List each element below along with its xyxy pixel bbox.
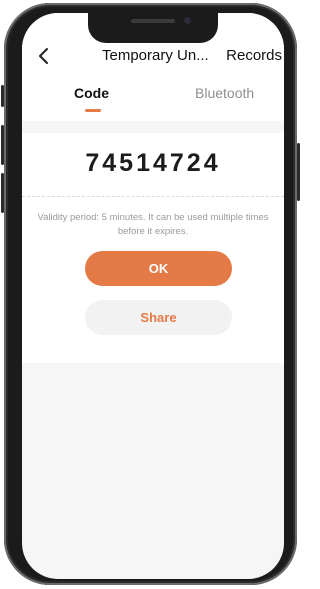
- tab-bluetooth[interactable]: Bluetooth: [195, 85, 254, 101]
- ok-button[interactable]: OK: [85, 251, 232, 286]
- speaker-grille: [131, 19, 175, 23]
- records-link[interactable]: Records: [226, 47, 282, 64]
- app-screen: Temporary Un... Records Code Bluetooth 7…: [22, 13, 284, 579]
- share-button[interactable]: Share: [85, 300, 232, 335]
- validity-line-1: Validity period: 5 minutes. It can be us…: [37, 212, 269, 223]
- page-title: Temporary Un...: [102, 47, 209, 64]
- active-tab-indicator: [85, 109, 101, 112]
- power-button: [297, 143, 300, 201]
- mute-switch: [1, 85, 4, 107]
- volume-down-button: [1, 173, 4, 213]
- notch: [88, 13, 218, 43]
- tab-code[interactable]: Code: [74, 85, 109, 101]
- volume-up-button: [1, 125, 4, 165]
- divider: [22, 196, 284, 197]
- temporary-code: 74514724: [85, 149, 221, 177]
- validity-line-2: before it expires.: [117, 226, 189, 237]
- validity-note: Validity period: 5 minutes. It can be us…: [22, 211, 284, 239]
- chevron-left-icon[interactable]: [36, 46, 54, 66]
- front-camera: [184, 17, 191, 24]
- code-card: 74514724 Validity period: 5 minutes. It …: [22, 133, 284, 363]
